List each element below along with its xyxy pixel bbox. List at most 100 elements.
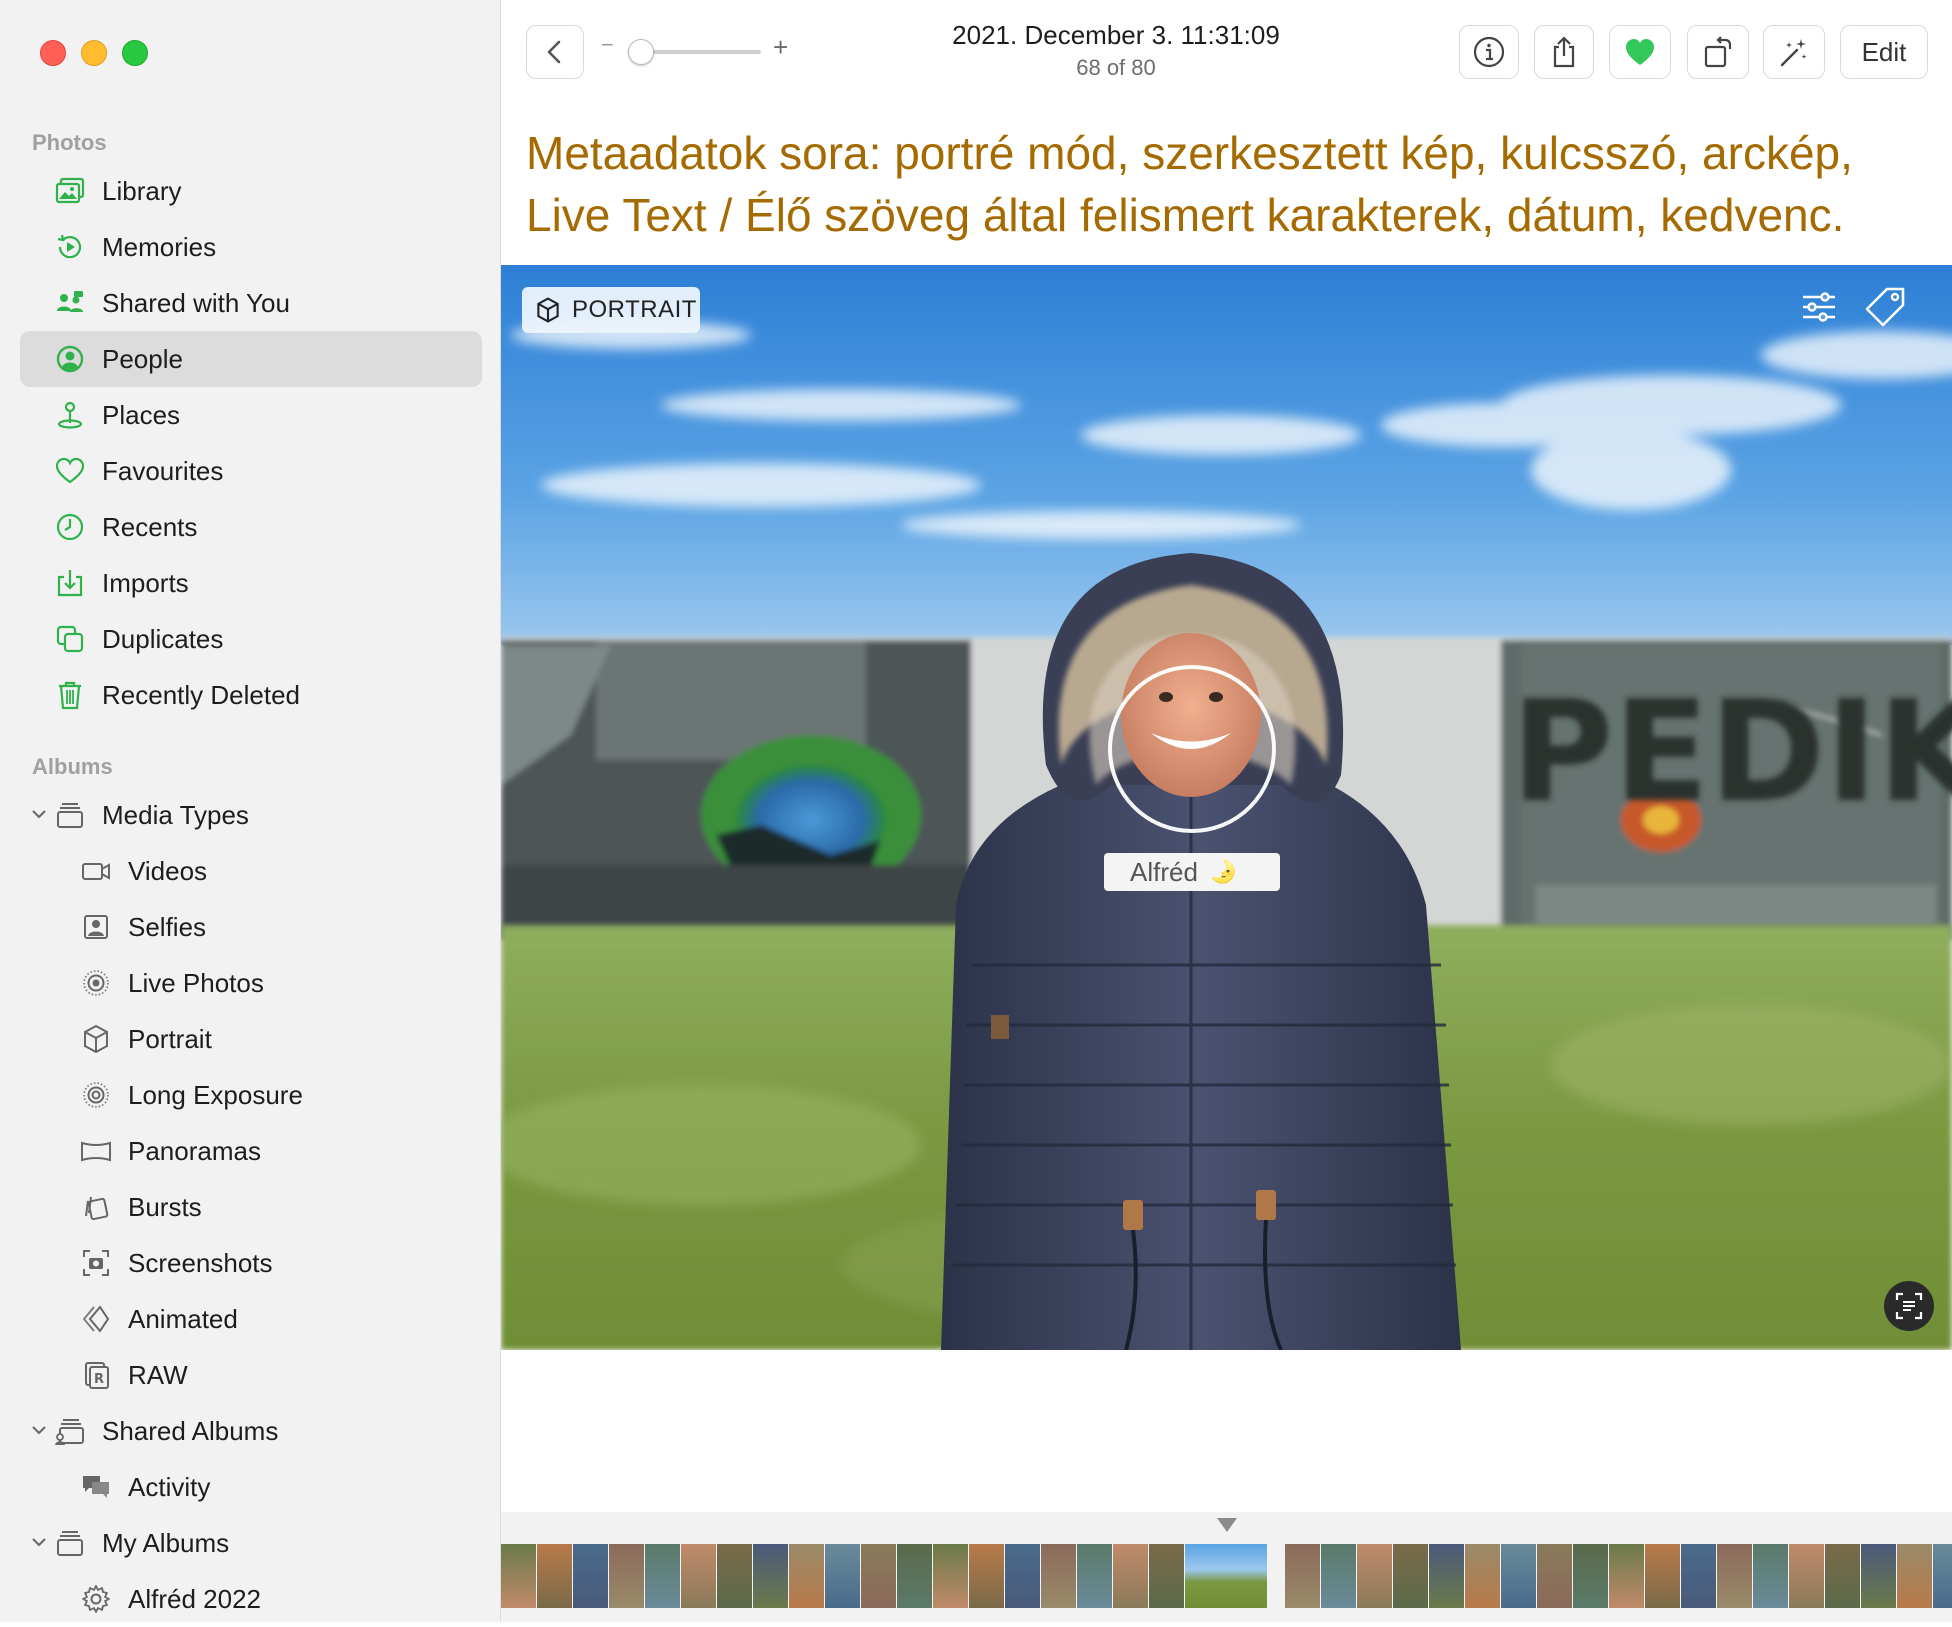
filmstrip-thumbnail[interactable] xyxy=(1681,1544,1716,1608)
sidebar-item-imports[interactable]: Imports xyxy=(20,555,482,611)
filmstrip-thumbnail-current[interactable] xyxy=(1185,1544,1267,1608)
sidebar-group-my-albums[interactable]: My Albums xyxy=(20,1515,482,1571)
sidebar-item-raw[interactable]: R RAW xyxy=(20,1347,482,1403)
sidebar-item-label: Media Types xyxy=(102,799,249,830)
filmstrip-thumbnail[interactable] xyxy=(537,1544,572,1608)
enhance-button[interactable] xyxy=(1763,25,1825,79)
sidebar-item-shared-with-you[interactable]: Shared with You xyxy=(20,275,482,331)
filmstrip-thumbnail[interactable] xyxy=(933,1544,968,1608)
sidebar-item-people[interactable]: People xyxy=(20,331,482,387)
sidebar-item-live-photos[interactable]: Live Photos xyxy=(20,955,482,1011)
face-recognition-ring[interactable] xyxy=(1108,665,1276,833)
sidebar-item-duplicates[interactable]: Duplicates xyxy=(20,611,482,667)
filmstrip-thumbnail[interactable] xyxy=(1933,1544,1952,1608)
sidebar-item-label: Long Exposure xyxy=(128,1079,303,1110)
sidebar-item-selfies[interactable]: Selfies xyxy=(20,899,482,955)
sidebar-item-screenshots[interactable]: Screenshots xyxy=(20,1235,482,1291)
edit-button[interactable]: Edit xyxy=(1840,25,1928,79)
sidebar-item-places[interactable]: Places xyxy=(20,387,482,443)
filmstrip-thumbnail[interactable] xyxy=(1609,1544,1644,1608)
filmstrip-thumbnail[interactable] xyxy=(681,1544,716,1608)
photo-viewer[interactable]: PEDIK PORTRAIT Alfréd 🌛 xyxy=(501,265,1952,1350)
filmstrip-thumbnail[interactable] xyxy=(1041,1544,1076,1608)
long-exposure-icon xyxy=(78,1077,114,1113)
filmstrip-thumbnail[interactable] xyxy=(1753,1544,1788,1608)
face-name-label[interactable]: Alfréd 🌛 xyxy=(1104,853,1280,891)
filmstrip-thumbnail[interactable] xyxy=(501,1544,536,1608)
sidebar-item-animated[interactable]: Animated xyxy=(20,1291,482,1347)
sidebar-group-media-types[interactable]: Media Types xyxy=(20,787,482,843)
chevron-down-icon[interactable] xyxy=(28,1419,50,1441)
filmstrip-thumbnail[interactable] xyxy=(1465,1544,1500,1608)
sidebar-item-label: Duplicates xyxy=(102,623,224,654)
filmstrip-thumbnail[interactable] xyxy=(1285,1544,1320,1608)
portrait-badge: PORTRAIT xyxy=(522,287,700,333)
panorama-icon xyxy=(78,1133,114,1169)
filmstrip-thumbnail[interactable] xyxy=(861,1544,896,1608)
sidebar-item-label: My Albums xyxy=(102,1527,230,1558)
filmstrip-thumbnail[interactable] xyxy=(1321,1544,1356,1608)
folder-stack-icon xyxy=(52,797,88,833)
zoom-window-button[interactable] xyxy=(122,40,148,66)
sidebar-item-memories[interactable]: Memories xyxy=(20,219,482,275)
keyword-tag-icon[interactable] xyxy=(1863,285,1907,329)
filmstrip-thumbnail[interactable] xyxy=(1149,1544,1184,1608)
sidebar-item-activity[interactable]: Activity xyxy=(20,1459,482,1515)
filmstrip-thumbnail[interactable] xyxy=(1393,1544,1428,1608)
favourite-button[interactable] xyxy=(1609,25,1671,79)
sidebar-item-label: Alfréd 2022 xyxy=(128,1583,261,1614)
chevron-down-icon[interactable] xyxy=(28,1531,50,1553)
share-button[interactable] xyxy=(1534,25,1594,79)
filmstrip-thumbnail[interactable] xyxy=(969,1544,1004,1608)
filmstrip-thumbnail[interactable] xyxy=(1357,1544,1392,1608)
filmstrip-thumbnail[interactable] xyxy=(753,1544,788,1608)
close-window-button[interactable] xyxy=(40,40,66,66)
minimize-window-button[interactable] xyxy=(81,40,107,66)
wall-graffiti-text: PEDIK xyxy=(1511,671,1952,834)
live-text-button[interactable] xyxy=(1884,1281,1934,1331)
sidebar-item-panoramas[interactable]: Panoramas xyxy=(20,1123,482,1179)
filmstrip-thumbnail[interactable] xyxy=(1005,1544,1040,1608)
sidebar-item-portrait[interactable]: Portrait xyxy=(20,1011,482,1067)
sidebar-item-bursts[interactable]: Bursts xyxy=(20,1179,482,1235)
sidebar-group-shared-albums[interactable]: Shared Albums xyxy=(20,1403,482,1459)
filmstrip-thumbnail[interactable] xyxy=(825,1544,860,1608)
sidebar-item-videos[interactable]: Videos xyxy=(20,843,482,899)
people-icon xyxy=(52,341,88,377)
sidebar-item-label: Selfies xyxy=(128,911,207,942)
info-button[interactable] xyxy=(1459,25,1519,79)
section-title-photos: Photos xyxy=(32,130,107,155)
sidebar-item-label: Shared with You xyxy=(102,287,290,318)
filmstrip-thumbnail[interactable] xyxy=(1429,1544,1464,1608)
filmstrip-thumbnail[interactable] xyxy=(1077,1544,1112,1608)
filmstrip-thumbnail[interactable] xyxy=(897,1544,932,1608)
filmstrip-thumbnail[interactable] xyxy=(645,1544,680,1608)
filmstrip-thumbnail[interactable] xyxy=(1861,1544,1896,1608)
filmstrip-thumbnail[interactable] xyxy=(789,1544,824,1608)
sidebar-item-recents[interactable]: Recents xyxy=(20,499,482,555)
rotate-button[interactable] xyxy=(1687,25,1749,79)
filmstrip-thumbnail[interactable] xyxy=(609,1544,644,1608)
trash-icon xyxy=(52,677,88,713)
filmstrip-thumbnail[interactable] xyxy=(1573,1544,1608,1608)
sidebar-item-library[interactable]: Library xyxy=(20,163,482,219)
sidebar-item-recently-deleted[interactable]: Recently Deleted xyxy=(20,667,482,723)
sidebar-item-long-exposure[interactable]: Long Exposure xyxy=(20,1067,482,1123)
filmstrip-thumbnail[interactable] xyxy=(717,1544,752,1608)
filmstrip-thumbnail[interactable] xyxy=(1645,1544,1680,1608)
filmstrip-thumbnail[interactable] xyxy=(1717,1544,1752,1608)
filmstrip-thumbnail[interactable] xyxy=(1501,1544,1536,1608)
toolbar: − + 2021. December 3. 11:31:09 68 of 80 … xyxy=(501,0,1952,104)
filmstrip-thumbnail[interactable] xyxy=(1897,1544,1932,1608)
filmstrip-thumbnail[interactable] xyxy=(1113,1544,1148,1608)
places-icon xyxy=(52,397,88,433)
filmstrip-thumbnail[interactable] xyxy=(573,1544,608,1608)
sidebar-item-alfred-2022[interactable]: Alfréd 2022 xyxy=(20,1571,482,1627)
chevron-down-icon[interactable] xyxy=(28,803,50,825)
adjustments-icon[interactable] xyxy=(1799,287,1839,327)
filmstrip-thumbnail[interactable] xyxy=(1537,1544,1572,1608)
filmstrip-thumbnail[interactable] xyxy=(1789,1544,1824,1608)
shared-album-icon xyxy=(52,1413,88,1449)
sidebar-item-favourites[interactable]: Favourites xyxy=(20,443,482,499)
filmstrip-thumbnail[interactable] xyxy=(1825,1544,1860,1608)
